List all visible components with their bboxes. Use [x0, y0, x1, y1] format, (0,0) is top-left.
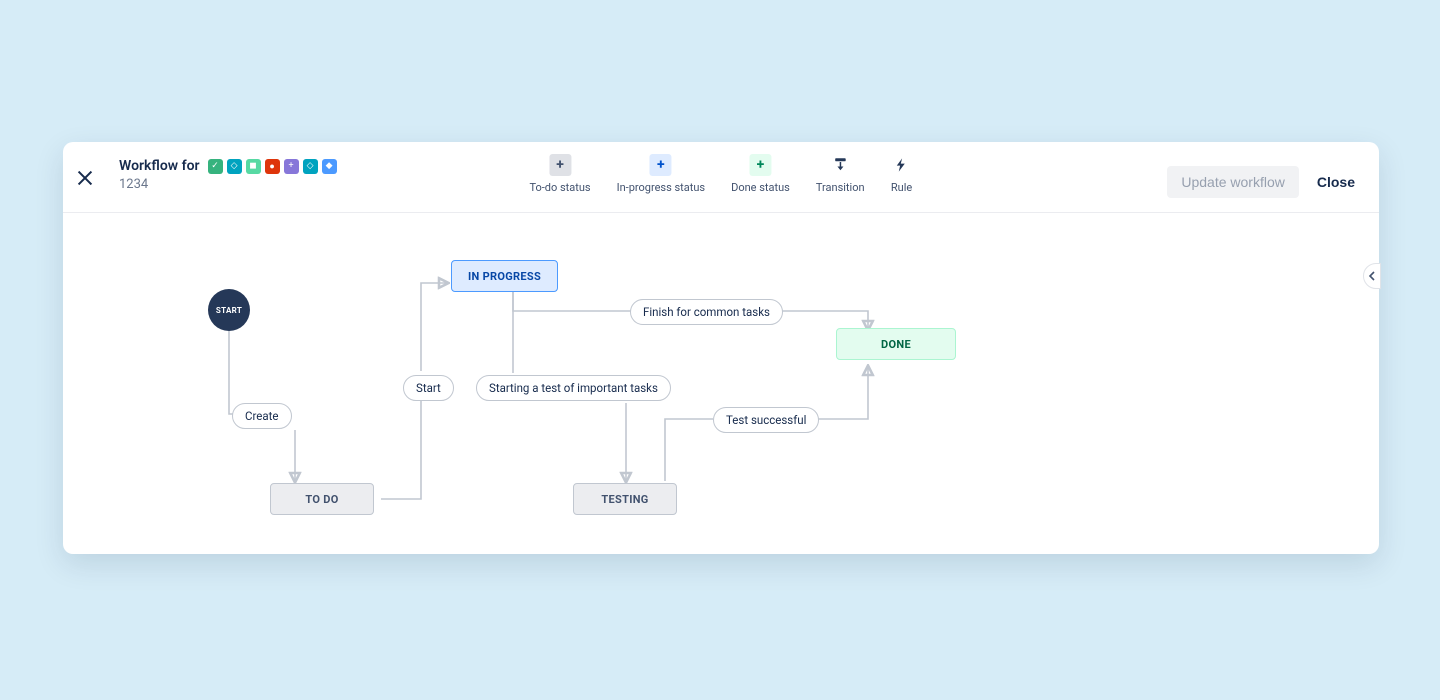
plus-icon: + — [749, 154, 771, 176]
status-in-progress[interactable]: IN PROGRESS — [451, 260, 558, 292]
workflow-editor-modal: Workflow for ✓ ◇ ◼ ● + ◇ ◆ 1234 + To-do … — [63, 142, 1379, 554]
transition-icon — [829, 154, 851, 176]
project-badge-4: ● — [265, 159, 280, 174]
workflow-canvas[interactable]: START IN PROGRESS TO DO TESTING DONE Cre… — [63, 213, 1379, 545]
project-badge-2: ◇ — [227, 159, 242, 174]
workflow-title: Workflow for — [119, 158, 200, 174]
header-actions: Update workflow Close — [1167, 166, 1355, 198]
transition-test-successful[interactable]: Test successful — [713, 407, 819, 433]
project-badge-6: ◇ — [303, 159, 318, 174]
transition-finish-common[interactable]: Finish for common tasks — [630, 299, 783, 325]
bolt-icon — [891, 154, 913, 176]
close-icon[interactable] — [73, 166, 97, 190]
add-todo-status-button[interactable]: + To-do status — [529, 154, 590, 194]
title-block: Workflow for ✓ ◇ ◼ ● + ◇ ◆ 1234 — [119, 158, 337, 192]
modal-header: Workflow for ✓ ◇ ◼ ● + ◇ ◆ 1234 + To-do … — [63, 142, 1379, 213]
project-badge-1: ✓ — [208, 159, 223, 174]
plus-icon: + — [549, 154, 571, 176]
plus-icon: + — [650, 154, 672, 176]
status-testing[interactable]: TESTING — [573, 483, 677, 515]
start-node[interactable]: START — [208, 289, 250, 331]
connectors — [63, 213, 1379, 545]
add-transition-button[interactable]: Transition — [816, 154, 865, 194]
status-to-do[interactable]: TO DO — [270, 483, 374, 515]
project-badge-5: + — [284, 159, 299, 174]
expand-panel-handle[interactable] — [1363, 263, 1381, 289]
add-rule-button[interactable]: Rule — [891, 154, 913, 194]
close-button[interactable]: Close — [1317, 174, 1355, 190]
add-done-status-button[interactable]: + Done status — [731, 154, 790, 194]
add-inprogress-status-button[interactable]: + In-progress status — [617, 154, 706, 194]
project-badge-7: ◆ — [322, 159, 337, 174]
transition-start[interactable]: Start — [403, 375, 454, 401]
update-workflow-button[interactable]: Update workflow — [1167, 166, 1299, 198]
project-badge-3: ◼ — [246, 159, 261, 174]
transition-create[interactable]: Create — [232, 403, 292, 429]
status-done[interactable]: DONE — [836, 328, 956, 360]
workflow-subtitle: 1234 — [119, 177, 337, 192]
toolbar: + To-do status + In-progress status + Do… — [529, 154, 912, 194]
transition-start-test[interactable]: Starting a test of important tasks — [476, 375, 671, 401]
